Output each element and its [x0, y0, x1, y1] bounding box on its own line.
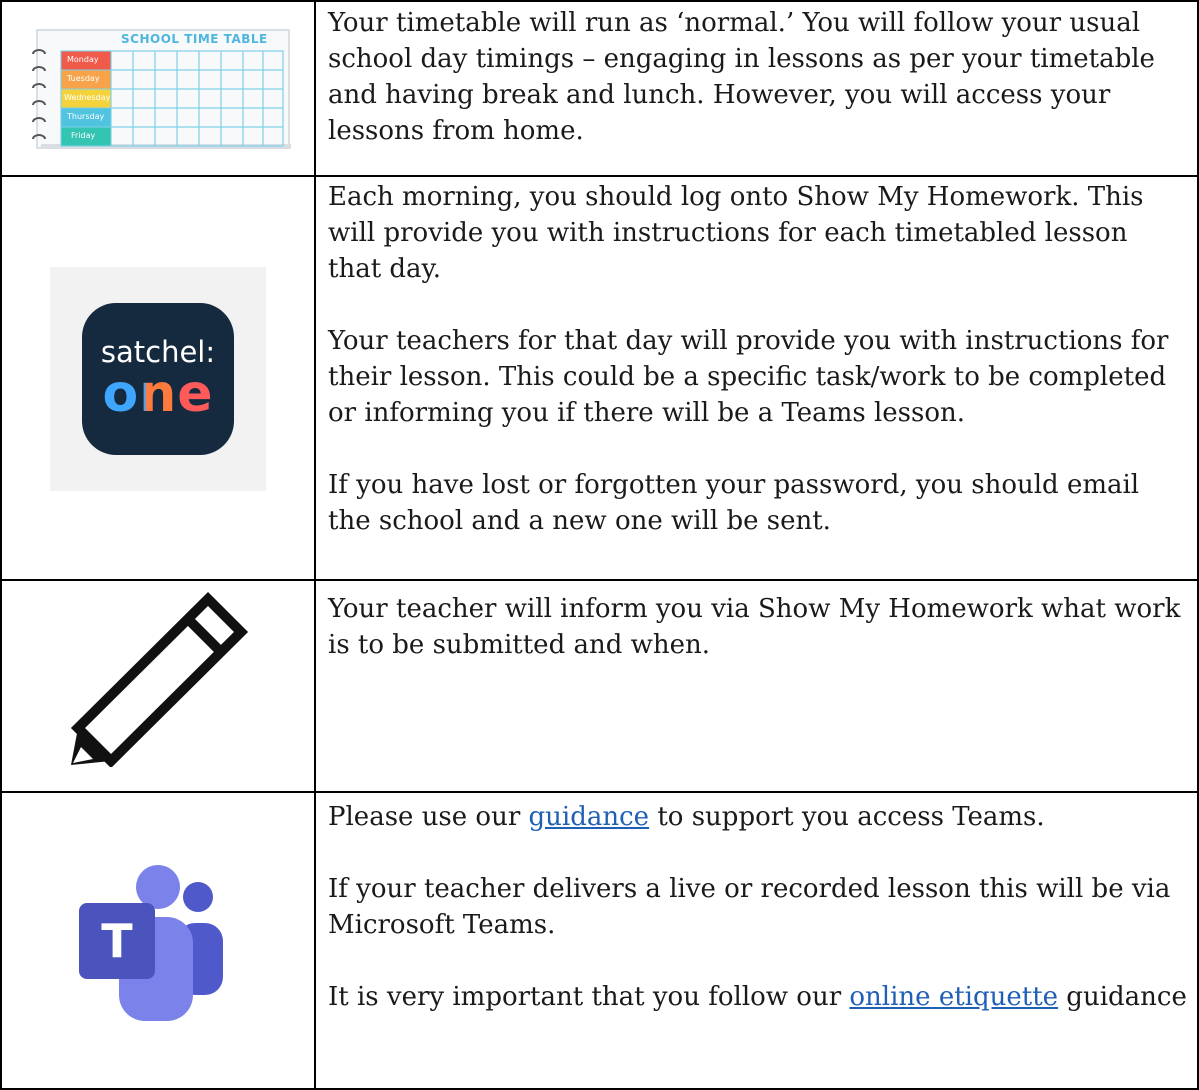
satchel-paragraph-2: Your teachers for that day will provide … — [328, 326, 1169, 428]
satchel-one-logo-backdrop: satchel: one — [50, 266, 266, 491]
satchel-image-cell: satchel: one — [0, 177, 316, 580]
teams-text-cell: Please use our guidance to support you a… — [316, 793, 1199, 1090]
satchel-paragraph-1: Each morning, you should log onto Show M… — [328, 182, 1144, 284]
microsoft-teams-icon: T — [79, 864, 223, 1021]
teams-paragraph-2: If your teacher delivers a live or recor… — [328, 874, 1171, 940]
svg-text:T: T — [101, 914, 133, 968]
pencil-icon — [70, 591, 249, 767]
table-row-timetable: SCHOOL TIME TABLE Monday Tuesday Wednesd… — [0, 0, 1199, 176]
table-row-pencil: Your teacher will inform you via Show My… — [0, 581, 1199, 792]
border-row-1 — [0, 175, 1199, 177]
border-middle — [314, 0, 316, 1090]
satchel-text-cell: Each morning, you should log onto Show M… — [316, 177, 1199, 580]
table-row-satchel: satchel: one Each morning, you should lo… — [0, 177, 1199, 580]
table-row-teams: T Please use our guidance to support you… — [0, 793, 1199, 1090]
teams-image-cell: T — [0, 793, 316, 1090]
info-table: SCHOOL TIME TABLE Monday Tuesday Wednesd… — [0, 0, 1199, 1090]
timetable-paragraph: Your timetable will run as ‘normal.’ You… — [328, 8, 1155, 146]
satchel-logo-line2: one — [102, 367, 213, 421]
timetable-icon: SCHOOL TIME TABLE Monday Tuesday Wednesd… — [23, 26, 293, 151]
teams-p1-before: Please use our — [328, 802, 529, 832]
border-row-2 — [0, 579, 1199, 581]
day-label-monday: Monday — [67, 54, 99, 64]
day-label-friday: Friday — [71, 130, 96, 140]
teams-paragraph-3: It is very important that you follow our… — [328, 979, 1187, 1015]
border-top — [0, 0, 1199, 2]
teams-p3-after: guidance — [1058, 982, 1187, 1012]
timetable-title: SCHOOL TIME TABLE — [121, 31, 268, 46]
satchel-paragraph-3: If you have lost or forgotten your passw… — [328, 470, 1140, 536]
teams-paragraph-1: Please use our guidance to support you a… — [328, 799, 1187, 835]
pencil-paragraph: Your teacher will inform you via Show My… — [328, 594, 1181, 660]
teams-p3-before: It is very important that you follow our — [328, 982, 850, 1012]
teams-p1-after: to support you access Teams. — [649, 802, 1045, 832]
pencil-image-cell — [0, 581, 316, 792]
day-label-thursday: Thursday — [67, 111, 105, 121]
timetable-image-cell: SCHOOL TIME TABLE Monday Tuesday Wednesd… — [0, 0, 316, 176]
satchel-one-logo: satchel: one — [82, 302, 234, 455]
day-label-tuesday: Tuesday — [67, 73, 100, 83]
satchel-logo-line1: satchel: — [100, 334, 216, 369]
day-label-wednesday: Wednesday — [64, 92, 111, 102]
pencil-text-cell: Your teacher will inform you via Show My… — [316, 581, 1199, 792]
online-etiquette-link[interactable]: online etiquette — [849, 982, 1058, 1012]
guidance-link[interactable]: guidance — [529, 802, 650, 832]
border-left — [0, 0, 2, 1090]
border-row-3 — [0, 791, 1199, 793]
satchel-logo-one: one — [102, 363, 214, 424]
timetable-text-cell: Your timetable will run as ‘normal.’ You… — [316, 0, 1199, 176]
